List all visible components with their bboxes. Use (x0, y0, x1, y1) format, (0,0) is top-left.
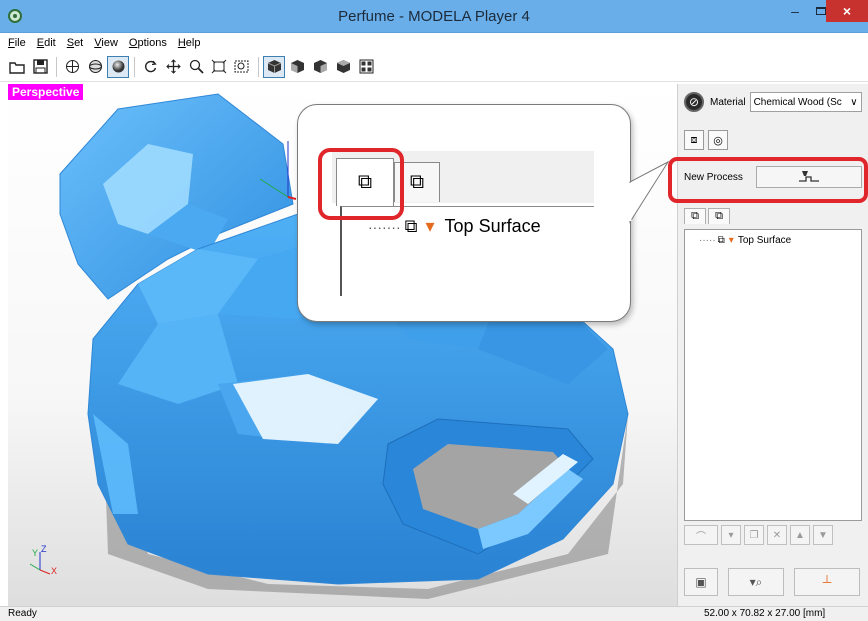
move-down-button[interactable]: ▼ (813, 525, 833, 545)
highlight-frame (668, 157, 868, 203)
menu-file[interactable]: File (8, 37, 26, 49)
close-button[interactable]: × (826, 0, 868, 22)
search-tool-icon: ▾⌕ (749, 574, 763, 589)
cylinder-icon: ◎ (713, 134, 723, 147)
view-front-icon[interactable] (286, 56, 308, 78)
pan-icon[interactable] (162, 56, 184, 78)
toolbar (0, 52, 868, 82)
tree-tabs: ⧉ ⧉ (684, 208, 732, 224)
tree-connector: ······· (368, 218, 401, 235)
rotate-icon[interactable] (139, 56, 161, 78)
view-top-icon[interactable] (332, 56, 354, 78)
process-tab-icon: ⧉ (409, 171, 425, 193)
window-title: Perfume - MODELA Player 4 (338, 8, 530, 25)
preview-icon: ▣ (695, 575, 707, 589)
status-bar: Ready 52.00 x 70.82 x 27.00 [mm] (0, 606, 868, 621)
tree-item[interactable]: ····· ⧉ ▾ Top Surface (699, 235, 861, 246)
sphere-solid-icon[interactable] (107, 55, 129, 78)
model-tab-icon: ⧉ (691, 210, 699, 222)
view-side-icon[interactable] (309, 56, 331, 78)
add-path-icon: ⌒ (696, 531, 706, 543)
material-icon[interactable]: ⊘ (684, 92, 704, 112)
process-tab-icon: ⧉ (715, 210, 723, 222)
model-settings-button[interactable]: ⧈ (684, 130, 704, 150)
material-select[interactable]: Chemical Wood (Sc ∨ (749, 92, 862, 112)
process-tree[interactable]: ····· ⧉ ▾ Top Surface (684, 229, 862, 521)
zoom-tree-item-label: Top Surface (444, 216, 541, 236)
box-icon: ⧈ (690, 133, 698, 146)
title-bar: Perfume - MODELA Player 4 – × (0, 0, 868, 33)
maximize-icon (816, 7, 826, 15)
tree-actions: ⌒ ▾ ❐ ✕ ▲ ▼ (684, 525, 836, 545)
move-up-icon: ▲ (795, 529, 805, 541)
axis-indicator-icon: Y Z X (29, 544, 57, 576)
view-grid-icon[interactable] (355, 56, 377, 78)
view-iso-icon[interactable] (263, 55, 285, 78)
menu-options[interactable]: Options (129, 37, 167, 49)
menu-edit[interactable]: Edit (37, 37, 56, 49)
move-down-icon: ▼ (818, 529, 828, 541)
filter-button[interactable]: ▾ (721, 525, 741, 545)
copy-icon: ❐ (749, 529, 759, 541)
save-icon[interactable] (29, 56, 51, 78)
model-dimensions: 52.00 x 70.82 x 27.00 [mm] (704, 608, 826, 619)
callout-pointer (628, 160, 670, 224)
material-value: Chemical Wood (Sc (753, 96, 842, 108)
zoom-icon[interactable] (185, 56, 207, 78)
cut-icon: ┴ (822, 575, 832, 589)
toolbar-separator (134, 56, 135, 77)
toolbar-separator (56, 56, 57, 77)
material-row: ⊘ Material Chemical Wood (Sc ∨ (684, 92, 862, 112)
search-tool-button[interactable]: ▾⌕ (728, 568, 784, 596)
model-tab[interactable]: ⧉ (684, 208, 706, 224)
toolbar-separator (258, 56, 259, 77)
menu-bar: File Edit Set View Options Help (0, 33, 868, 52)
open-folder-icon[interactable] (6, 56, 28, 78)
copy-button[interactable]: ❐ (744, 525, 764, 545)
view-mode-label: Perspective (8, 84, 84, 100)
status-text: Ready (8, 608, 37, 619)
cube-icon: ⧉ (717, 235, 725, 246)
globe-shaded-icon[interactable] (84, 56, 106, 78)
menu-view[interactable]: View (94, 37, 118, 49)
origin-axis-icon (259, 141, 297, 200)
axis-y-label: Y (32, 548, 38, 558)
move-up-button[interactable]: ▲ (790, 525, 810, 545)
zoom-box-icon[interactable] (231, 56, 253, 78)
tool-settings-button[interactable]: ◎ (708, 130, 728, 150)
axis-z-label: Z (41, 544, 47, 554)
cut-button[interactable]: ┴ (794, 568, 860, 596)
add-path-button[interactable]: ⌒ (684, 525, 718, 545)
filter-icon: ▾ (728, 529, 734, 541)
fit-icon[interactable] (208, 56, 230, 78)
tree-connector: ····· (699, 235, 716, 246)
minimize-button[interactable]: – (782, 0, 808, 22)
tool-icon: ▾ (728, 235, 734, 246)
cube-icon: ⧉ (404, 216, 418, 236)
process-tab[interactable]: ⧉ (708, 208, 730, 224)
menu-help[interactable]: Help (178, 37, 201, 49)
bottom-actions: ▣ ▾⌕ ┴ (684, 568, 868, 596)
material-label: Material (710, 96, 746, 108)
tool-icon: ▾ (425, 216, 435, 236)
globe-wireframe-icon[interactable] (61, 56, 83, 78)
axis-x-label: X (51, 566, 57, 576)
menu-set[interactable]: Set (67, 37, 84, 49)
delete-icon: ✕ (772, 529, 782, 541)
highlight-frame (318, 148, 404, 220)
tree-item-label: Top Surface (737, 235, 792, 246)
preview-button[interactable]: ▣ (684, 568, 718, 596)
chevron-down-icon: ∨ (850, 96, 858, 108)
delete-button[interactable]: ✕ (767, 525, 787, 545)
